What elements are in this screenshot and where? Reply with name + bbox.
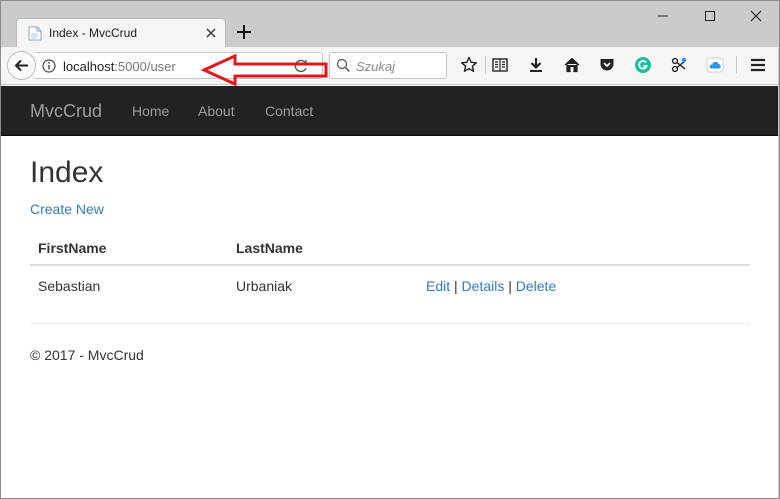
create-new-link[interactable]: Create New (30, 201, 104, 217)
search-icon (336, 58, 351, 73)
search-placeholder: Szukaj (356, 59, 396, 74)
site-navbar: MvcCrud Home About Contact (1, 86, 779, 136)
extension-icon[interactable] (670, 56, 688, 74)
toolbar-divider (485, 56, 486, 74)
url-bar[interactable]: localhost:5000/user (35, 52, 323, 79)
tab-close-icon[interactable] (203, 25, 219, 41)
tab-index[interactable]: Index - MvcCrud (16, 18, 226, 47)
browser-toolbar: localhost:5000/user Szukaj (1, 47, 779, 85)
header-firstname: FirstName (38, 240, 107, 256)
reading-list-icon[interactable] (491, 56, 509, 74)
brand-link[interactable]: MvcCrud (30, 101, 102, 122)
page-title: Index (30, 156, 104, 189)
nav-about[interactable]: About (198, 103, 235, 119)
url-path: :5000/user (114, 59, 176, 74)
row-actions: Edit | Details | Delete (426, 278, 556, 294)
download-icon[interactable] (527, 56, 545, 74)
toolbar-divider (736, 56, 737, 74)
info-icon[interactable] (42, 59, 56, 73)
minimize-icon[interactable] (653, 6, 673, 26)
footer-copyright: © 2017 - MvcCrud (30, 347, 144, 363)
edit-link[interactable]: Edit (426, 278, 450, 294)
details-link[interactable]: Details (462, 278, 505, 294)
nav-contact[interactable]: Contact (265, 103, 313, 119)
bookmark-star-icon[interactable] (460, 56, 478, 74)
window-right-edge (778, 47, 779, 498)
table-header-row: FirstName LastName (30, 230, 750, 266)
cell-lastname: Urbaniak (236, 278, 293, 294)
delete-link[interactable]: Delete (516, 278, 556, 294)
hamburger-menu-icon[interactable] (749, 56, 767, 74)
tab-title: Index - MvcCrud (49, 26, 138, 40)
table-row: Sebastian Urbaniak Edit | Details | Dele… (30, 266, 750, 304)
nav-home[interactable]: Home (132, 103, 169, 119)
search-input[interactable]: Szukaj (329, 52, 447, 79)
url-host: localhost (63, 59, 115, 74)
tab-strip: Index - MvcCrud (1, 1, 779, 47)
back-button[interactable] (7, 51, 36, 80)
page-favicon-icon (28, 26, 42, 41)
action-separator: | (454, 278, 458, 294)
cloud-icon[interactable] (706, 56, 724, 74)
maximize-icon[interactable] (700, 6, 720, 26)
window-close-icon[interactable] (746, 6, 766, 26)
pocket-icon[interactable] (598, 56, 616, 74)
cell-firstname: Sebastian (38, 278, 101, 294)
back-arrow-icon (14, 59, 28, 72)
footer-divider (30, 323, 750, 324)
new-tab-plus-icon[interactable] (233, 21, 255, 43)
header-lastname: LastName (236, 240, 303, 256)
home-icon[interactable] (563, 56, 581, 74)
url-text[interactable]: localhost:5000/user (63, 59, 176, 74)
users-table: FirstName LastName Sebastian Urbaniak Ed… (30, 230, 750, 304)
grammarly-icon[interactable] (634, 56, 652, 74)
reload-icon[interactable] (293, 58, 309, 74)
browser-window: Index - MvcCrud localhost:5000/user Szuk… (0, 0, 780, 499)
action-separator: | (508, 278, 512, 294)
